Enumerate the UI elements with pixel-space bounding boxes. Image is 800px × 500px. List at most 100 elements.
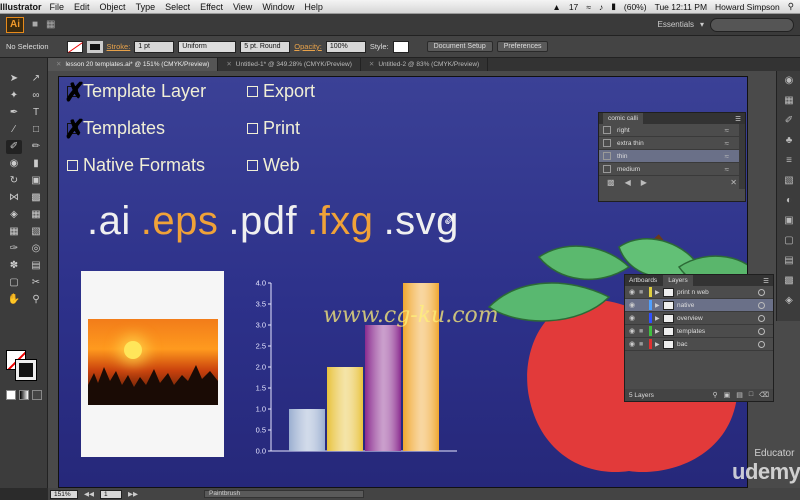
eye-icon[interactable]: ◉ [629, 340, 639, 348]
pencil-tool-icon[interactable]: ✏ [28, 140, 44, 154]
blend-tool-icon[interactable]: ◎ [28, 242, 44, 256]
close-icon[interactable]: ✕ [56, 61, 61, 68]
selection-tool-icon[interactable]: ➤ [6, 72, 22, 86]
opacity-label[interactable]: Opacity: [294, 42, 322, 51]
lock-icon[interactable]: ■ [639, 289, 649, 296]
tab-artboards[interactable]: Artboards [629, 277, 657, 284]
brush-library-icon[interactable]: ▩ [607, 178, 615, 187]
volume-icon[interactable]: ♪ [599, 2, 603, 12]
close-icon[interactable]: ✕ [226, 61, 231, 68]
blob-brush-icon[interactable]: ◉ [6, 157, 22, 171]
hand-tool-icon[interactable]: ✋ [6, 293, 22, 307]
rotate-tool-icon[interactable]: ↻ [6, 174, 22, 188]
fill-stroke-widget[interactable] [6, 350, 38, 382]
wifi-icon[interactable]: ≈ [586, 2, 591, 12]
layer-row-selected[interactable]: ◉ ▶ native [625, 299, 773, 312]
target-circle-icon[interactable] [758, 314, 765, 322]
close-icon[interactable]: ✕ [369, 61, 374, 68]
gradient-panel-icon[interactable]: ▧ [777, 171, 800, 191]
target-circle-icon[interactable] [758, 327, 765, 335]
layer-row[interactable]: ◉ ■ ▶ bac [625, 338, 773, 351]
menu-object[interactable]: Object [100, 2, 126, 12]
adobe-icon[interactable]: ▲ [552, 2, 560, 12]
swatches-panel-icon[interactable]: ▦ [777, 91, 800, 111]
zoom-field[interactable]: 151% [50, 489, 78, 499]
align-panel-icon[interactable]: ▤ [777, 251, 800, 271]
color-mode-icon[interactable] [6, 390, 16, 400]
expand-triangle-icon[interactable]: ▶ [655, 328, 663, 335]
locate-object-icon[interactable]: ⚲ [712, 391, 717, 399]
spotlight-icon[interactable]: ⚲ [788, 1, 794, 12]
symbols-panel-icon[interactable]: ♣ [777, 131, 800, 151]
new-layer-icon[interactable]: □ [749, 391, 753, 399]
brush-item-selected[interactable]: thin ≈ [599, 150, 745, 163]
expand-triangle-icon[interactable]: ▶ [655, 341, 663, 348]
brushes-panel-title[interactable]: comic calli [603, 113, 643, 124]
lock-icon[interactable]: ■ [639, 341, 649, 348]
layer-row[interactable]: ◉ ■ ▶ print n web [625, 286, 773, 299]
eraser-tool-icon[interactable]: ▮ [28, 157, 44, 171]
artboard-number-field[interactable]: 1 [100, 489, 122, 499]
lasso-icon[interactable]: ∞ [28, 89, 44, 103]
clipping-mask-icon[interactable]: ▣ [724, 391, 731, 399]
menu-help[interactable]: Help [304, 2, 323, 12]
pen-tool-icon[interactable]: ✒ [6, 106, 22, 120]
target-circle-icon[interactable] [758, 340, 765, 348]
menu-view[interactable]: View [233, 2, 252, 12]
color-panel-icon[interactable]: ◉ [777, 71, 800, 91]
search-input[interactable] [710, 17, 794, 32]
current-tool-status[interactable]: Paintbrush [204, 490, 364, 498]
brush-item[interactable]: medium ≈ [599, 163, 745, 176]
tab-untitled-2[interactable]: ✕ Untitled-2 @ 83% (CMYK/Preview) [361, 58, 489, 71]
layer-row[interactable]: ◉ ■ ▶ templates [625, 325, 773, 338]
fill-swatch[interactable] [66, 40, 83, 53]
gradient-tool-icon[interactable]: ▧ [28, 225, 44, 239]
brush-definition[interactable]: 5 pt. Round [240, 40, 291, 53]
opacity-field[interactable]: 100% [325, 40, 366, 53]
stroke-weight-field[interactable]: 1 pt [134, 40, 175, 53]
menu-effect[interactable]: Effect [200, 2, 223, 12]
stroke-label[interactable]: Stroke: [107, 42, 131, 51]
panel-menu-icon[interactable]: ☰ [735, 115, 741, 123]
eye-icon[interactable]: ◉ [629, 301, 639, 309]
scale-tool-icon[interactable]: ▣ [28, 174, 44, 188]
layers-panel-icon[interactable]: ◈ [777, 291, 800, 311]
brush-item[interactable]: right ≈ [599, 124, 745, 137]
trash-icon[interactable]: ⌫ [759, 391, 769, 399]
lock-icon[interactable]: ■ [639, 328, 649, 335]
paintbrush-tool-icon[interactable]: ✐ [6, 140, 22, 154]
expand-triangle-icon[interactable]: ▶ [655, 315, 663, 322]
artboard-tool-icon[interactable]: ▢ [6, 276, 22, 290]
width-tool-icon[interactable]: ⋈ [6, 191, 22, 205]
mesh-tool-icon[interactable]: ▦ [6, 225, 22, 239]
slice-tool-icon[interactable]: ✂ [28, 276, 44, 290]
eye-icon[interactable]: ◉ [629, 314, 639, 322]
graphic-style-swatch[interactable] [392, 40, 409, 53]
brush-item[interactable]: extra thin ≈ [599, 137, 745, 150]
appearance-panel-icon[interactable]: ▣ [777, 211, 800, 231]
magic-wand-icon[interactable]: ✦ [6, 89, 22, 103]
chevron-down-icon[interactable]: ▾ [700, 20, 704, 29]
first-artboard-icon[interactable]: ◀◀ [84, 490, 94, 498]
graph-tool-icon[interactable]: ▤ [28, 259, 44, 273]
arrange-documents-icon[interactable]: ▦ [46, 19, 55, 30]
document-setup-button[interactable]: Document Setup [426, 41, 493, 52]
next-artboard-icon[interactable]: ▶▶ [128, 490, 138, 498]
menu-select[interactable]: Select [165, 2, 190, 12]
preferences-button[interactable]: Preferences [496, 41, 549, 52]
eye-icon[interactable]: ◉ [629, 327, 639, 335]
expand-triangle-icon[interactable]: ▶ [655, 289, 663, 296]
free-transform-icon[interactable]: ▩ [28, 191, 44, 205]
tab-untitled-1[interactable]: ✕ Untitled-1* @ 349.28% (CMYK/Preview) [218, 58, 361, 71]
arrow-right-icon[interactable]: ▶ [641, 178, 647, 187]
artboards-panel-icon[interactable]: ▩ [777, 271, 800, 291]
variable-width-profile[interactable]: Uniform [178, 40, 237, 53]
stroke-black-icon[interactable] [15, 359, 37, 381]
stroke-swatch[interactable] [86, 40, 103, 53]
app-menu[interactable]: Illustrator [0, 2, 42, 12]
type-tool-icon[interactable]: T [28, 106, 44, 120]
zoom-tool-icon[interactable]: ⚲ [28, 293, 44, 307]
user-name[interactable]: Howard Simpson [715, 2, 780, 12]
perspective-grid-icon[interactable]: ▦ [28, 208, 44, 222]
symbol-sprayer-icon[interactable]: ✽ [6, 259, 22, 273]
